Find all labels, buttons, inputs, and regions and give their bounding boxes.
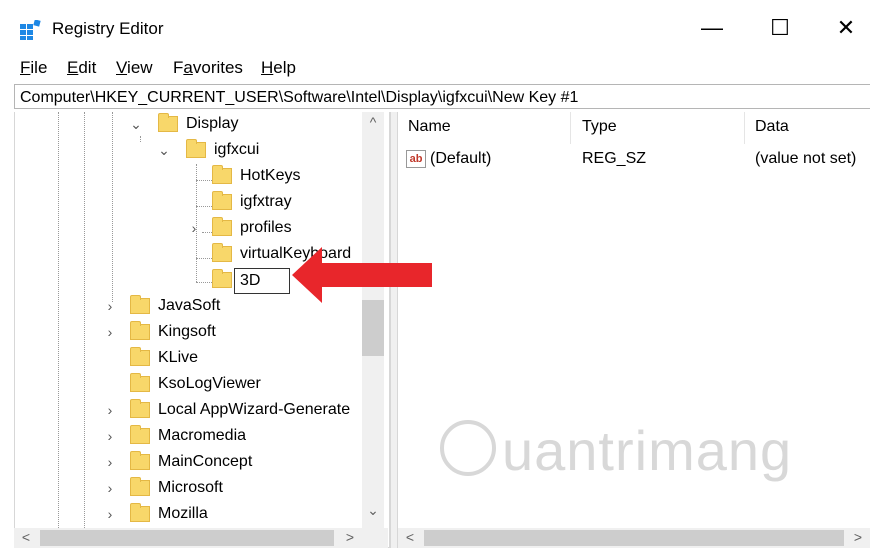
tree-guide <box>196 180 212 181</box>
menu-help-accel: H <box>261 58 274 77</box>
tree-item-label: igfxcui <box>214 141 260 158</box>
column-divider[interactable] <box>570 112 571 144</box>
tree-guide <box>112 112 113 302</box>
folder-icon <box>158 113 178 132</box>
folder-icon <box>212 217 232 236</box>
chevron-right-icon[interactable]: › <box>188 216 200 240</box>
close-button[interactable]: ✕ <box>826 10 866 46</box>
scroll-up-icon[interactable]: ^ <box>363 114 383 130</box>
tree-item-label: KLive <box>158 349 199 366</box>
folder-icon <box>212 191 232 210</box>
menu-edit-accel: E <box>67 58 79 77</box>
column-header-type[interactable]: Type <box>582 118 617 136</box>
tree-item-label: igfxtray <box>240 193 292 210</box>
folder-icon <box>130 503 150 522</box>
folder-icon <box>130 295 150 314</box>
scroll-right-icon[interactable]: > <box>340 529 360 545</box>
menu-help[interactable]: Help <box>261 58 296 78</box>
folder-icon <box>130 451 150 470</box>
menu-favorites-pre: F <box>173 58 184 77</box>
menu-file-accel: F <box>20 58 31 77</box>
address-bar[interactable]: Computer\HKEY_CURRENT_USER\Software\Inte… <box>14 84 870 109</box>
folder-icon <box>130 399 150 418</box>
tree-item-label: Macromedia <box>158 427 247 444</box>
pane-splitter[interactable] <box>390 112 398 548</box>
scroll-right-icon[interactable]: > <box>848 529 868 545</box>
chevron-right-icon[interactable]: › <box>104 424 116 448</box>
menu-favorites-accel: a <box>183 58 193 77</box>
tree-guide <box>140 136 141 142</box>
folder-icon <box>130 373 150 392</box>
minimize-button[interactable]: — <box>692 10 732 46</box>
values-horizontal-scroll-thumb[interactable] <box>424 530 844 546</box>
chevron-right-icon[interactable]: › <box>104 476 116 500</box>
window-title: Registry Editor <box>52 19 164 38</box>
chevron-down-icon[interactable]: ⌄ <box>130 112 142 136</box>
watermark-text: uantrimang <box>502 419 793 482</box>
folder-icon <box>130 347 150 366</box>
tree-guide <box>196 206 212 207</box>
chevron-right-icon[interactable]: › <box>104 320 116 344</box>
chevron-down-icon[interactable]: ⌄ <box>158 138 170 162</box>
tree-item-label: JavaSoft <box>158 297 221 314</box>
folder-icon <box>212 165 232 184</box>
tree-item-label: Display <box>186 115 239 132</box>
folder-icon <box>212 269 232 288</box>
menu-edit-label: dit <box>78 58 97 77</box>
registry-editor-icon <box>20 20 41 40</box>
scroll-left-icon[interactable]: < <box>400 529 420 545</box>
tree-item-label: HotKeys <box>240 167 301 184</box>
tree-guide <box>202 232 212 233</box>
folder-icon <box>186 139 206 158</box>
column-header-data[interactable]: Data <box>755 118 789 136</box>
tree-guide <box>196 282 212 283</box>
menu-view-label: iew <box>127 58 153 77</box>
menu-file[interactable]: File <box>20 58 47 78</box>
value-type: REG_SZ <box>582 150 647 167</box>
maximize-button[interactable]: ☐ <box>760 10 800 46</box>
column-divider[interactable] <box>744 112 745 144</box>
menu-bar: File Edit View Favorites Help <box>0 52 870 82</box>
tree-item-label: Microsoft <box>158 479 223 496</box>
menu-file-label: ile <box>30 58 48 77</box>
folder-icon <box>212 243 232 262</box>
folder-icon <box>130 321 150 340</box>
tree-guide <box>196 258 212 259</box>
tree-item-label: profiles <box>240 219 292 236</box>
chevron-right-icon[interactable]: › <box>104 502 116 526</box>
menu-edit[interactable]: Edit <box>67 58 96 78</box>
tree-guide <box>84 112 85 528</box>
menu-view-accel: V <box>116 58 128 77</box>
folder-icon <box>130 425 150 444</box>
title-bar: Registry Editor — ☐ ✕ <box>0 0 870 52</box>
menu-help-label: elp <box>273 58 296 77</box>
string-value-icon: ab <box>406 150 426 168</box>
tree-item-label: KsoLogViewer <box>158 375 261 392</box>
menu-favorites-label: vorites <box>192 58 243 77</box>
tree-item-label: Mozilla <box>158 505 208 522</box>
folder-icon <box>130 477 150 496</box>
chevron-right-icon[interactable]: › <box>104 450 116 474</box>
scroll-down-icon[interactable]: ⌄ <box>363 502 383 519</box>
watermark-logo-icon <box>440 420 496 476</box>
tree-vertical-scroll-thumb[interactable] <box>362 300 384 356</box>
column-header-name[interactable]: Name <box>408 118 451 136</box>
tree-horizontal-scroll-thumb[interactable] <box>40 530 334 546</box>
tree-item-label: Local AppWizard-Generate <box>158 401 351 418</box>
tree-guide <box>58 112 59 528</box>
rename-input[interactable]: 3D <box>234 268 290 294</box>
chevron-right-icon[interactable]: › <box>104 294 116 318</box>
chevron-right-icon[interactable]: › <box>104 398 116 422</box>
value-data: (value not set) <box>755 150 857 167</box>
menu-favorites[interactable]: Favorites <box>173 58 243 78</box>
tree-item-label: Kingsoft <box>158 323 216 340</box>
value-name: (Default) <box>430 150 492 167</box>
tree-item-label: MainConcept <box>158 453 253 470</box>
menu-view[interactable]: View <box>116 58 153 78</box>
scroll-left-icon[interactable]: < <box>16 529 36 545</box>
red-arrow-icon <box>292 247 432 303</box>
